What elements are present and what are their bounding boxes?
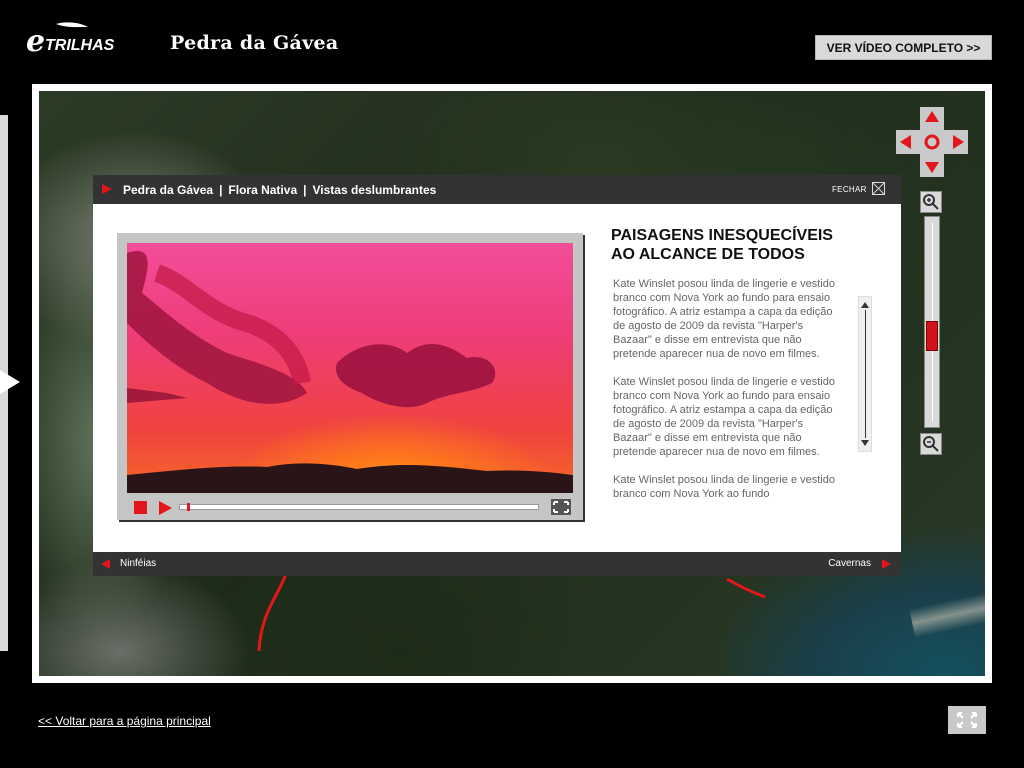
watch-full-video-button[interactable]: VER VÍDEO COMPLETO >> — [815, 35, 992, 60]
article-body[interactable]: Kate Winslet posou linda de lingerie e v… — [613, 277, 843, 529]
article-title-line-1: PAISAGENS INESQUECÍVEIS — [611, 227, 833, 244]
page-title: Pedra da Gávea — [170, 32, 339, 54]
modal-header: Pedra da Gávea | Flora Nativa | Vistas deslu… — [93, 175, 901, 204]
breadcrumb-item-pedra-da-gavea[interactable]: Pedra da Gávea — [123, 183, 213, 197]
next-arrow-icon[interactable] — [882, 559, 891, 569]
fullscreen-icon[interactable] — [948, 706, 986, 734]
prev-link-ninfeias[interactable]: Ninféias — [120, 558, 156, 569]
back-to-home-link[interactable]: << Voltar para a página principal — [38, 714, 211, 728]
article-paragraph: Kate Winslet posou linda de lingerie e v… — [613, 376, 835, 458]
article-title: PAISAGENS INESQUECÍVEIS AO ALCANCE DE TO… — [611, 226, 881, 264]
play-icon[interactable] — [159, 501, 172, 515]
breadcrumb-separator: | — [303, 183, 307, 197]
video-frame[interactable] — [127, 243, 573, 493]
side-panel-arrow-icon[interactable] — [0, 370, 20, 394]
video-controls — [127, 496, 573, 518]
stop-icon[interactable] — [134, 501, 147, 514]
breadcrumb-separator: | — [219, 183, 223, 197]
article-paragraph: Kate Winslet posou linda de lingerie e v… — [613, 278, 835, 360]
video-fullscreen-icon[interactable] — [551, 499, 571, 515]
breadcrumb-item-flora-nativa[interactable]: Flora Nativa — [228, 183, 297, 197]
etrilhas-logo[interactable]: e TRILHAS — [26, 22, 138, 59]
svg-text:TRILHAS: TRILHAS — [45, 37, 115, 54]
prev-arrow-icon[interactable] — [101, 559, 110, 569]
scroll-down-icon[interactable] — [861, 440, 869, 446]
article-paragraph: Kate Winslet posou linda de lingerie e v… — [613, 474, 835, 500]
article-title-line-2: AO ALCANCE DE TODOS — [611, 246, 805, 263]
article-scrollbar[interactable] — [858, 296, 872, 452]
zoom-out-icon[interactable] — [920, 433, 942, 455]
modal-footer-nav: Ninféias Cavernas — [93, 552, 901, 576]
scroll-rail[interactable] — [865, 310, 866, 438]
pan-control-dpad-icon[interactable] — [896, 107, 968, 177]
video-player — [117, 233, 583, 520]
breadcrumb-item-vistas-deslumbrantes[interactable]: Vistas deslumbrantes — [312, 183, 436, 197]
close-label[interactable]: FECHAR — [832, 185, 867, 194]
breadcrumb: Pedra da Gávea | Flora Nativa | Vistas deslu… — [123, 183, 436, 197]
close-icon[interactable] — [872, 182, 885, 195]
seek-bar[interactable] — [179, 503, 539, 511]
info-modal: Pedra da Gávea | Flora Nativa | Vistas deslu… — [93, 175, 901, 576]
zoom-slider-handle[interactable] — [926, 321, 938, 351]
seek-knob[interactable] — [187, 503, 190, 511]
zoom-in-icon[interactable] — [920, 191, 942, 213]
header-arrow-icon — [102, 184, 112, 194]
svg-text:e: e — [26, 24, 45, 56]
scroll-up-icon[interactable] — [861, 302, 869, 308]
next-link-cavernas[interactable]: Cavernas — [828, 558, 871, 569]
